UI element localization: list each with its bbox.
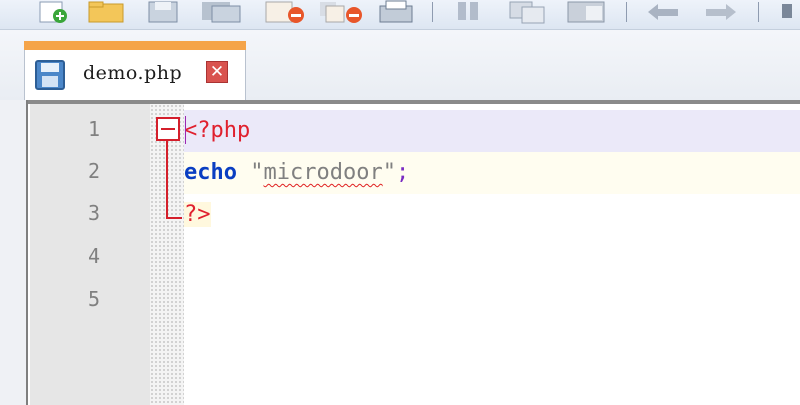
close-all-icon[interactable]	[318, 0, 364, 24]
print-icon[interactable]	[376, 0, 416, 24]
toolbar	[0, 0, 800, 30]
semicolon: ;	[395, 160, 410, 185]
redo-icon[interactable]	[700, 0, 740, 24]
undo-icon[interactable]	[644, 0, 684, 24]
toolbar-separator	[432, 2, 433, 22]
fold-end-marker	[166, 217, 182, 219]
fold-range-line	[166, 141, 168, 218]
code-line-3[interactable]: ?>	[184, 194, 800, 236]
line-number: 2	[87, 159, 100, 183]
code-line-2[interactable]: echo "microdoor";	[184, 152, 800, 194]
paste-icon[interactable]	[566, 0, 610, 24]
find-icon[interactable]	[776, 0, 800, 24]
close-tab-icon[interactable]: ✕	[206, 61, 228, 83]
text-cursor	[185, 116, 186, 144]
code-line-1[interactable]: <?php	[184, 110, 800, 152]
echo-keyword: echo	[184, 160, 237, 185]
editor-left-border	[0, 100, 28, 405]
open-file-icon[interactable]	[87, 0, 127, 24]
tab-active-indicator	[24, 41, 246, 50]
close-file-icon[interactable]	[264, 0, 306, 24]
string-literal: microdoor	[263, 160, 383, 185]
tab-demo-php[interactable]: demo.php ✕	[24, 41, 246, 101]
line-number: 3	[87, 201, 100, 225]
php-open-tag: <?php	[184, 118, 251, 143]
string-quote: "	[382, 160, 396, 185]
new-file-icon[interactable]	[36, 0, 70, 24]
save-icon[interactable]	[146, 0, 180, 24]
toolbar-separator	[758, 2, 759, 22]
string-quote: "	[250, 160, 264, 185]
line-number: 1	[87, 117, 100, 141]
line-number: 5	[87, 287, 100, 311]
php-close-tag: ?>	[184, 202, 211, 227]
line-number: 4	[87, 244, 100, 268]
fold-minus-sign	[161, 128, 175, 130]
cut-icon[interactable]	[452, 0, 486, 24]
toolbar-separator	[626, 2, 627, 22]
copy-icon[interactable]	[506, 0, 550, 24]
tab-label: demo.php	[83, 62, 183, 84]
saved-file-icon	[35, 60, 65, 94]
save-all-icon[interactable]	[200, 0, 244, 24]
